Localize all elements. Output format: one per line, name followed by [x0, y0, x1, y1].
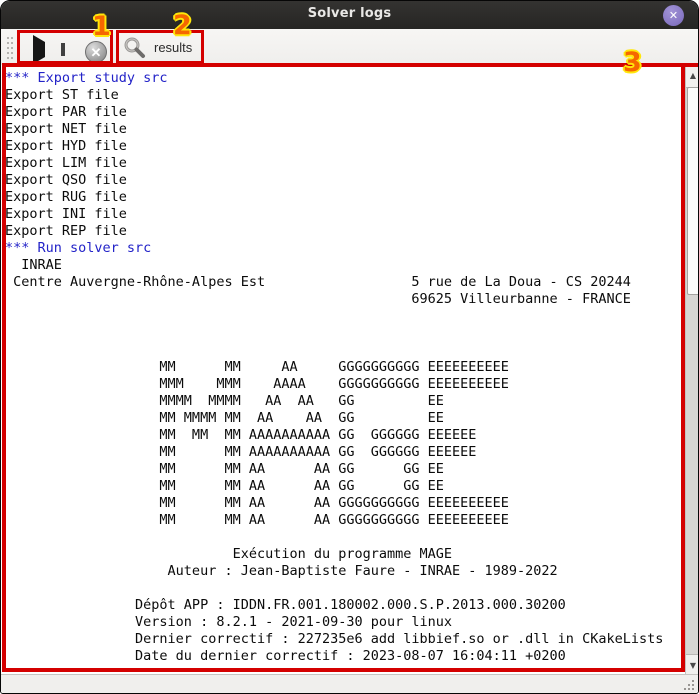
log-line: Export REP file: [5, 223, 663, 240]
close-button[interactable]: ✕: [663, 5, 684, 26]
stop-solver-button[interactable]: ✕: [85, 41, 107, 63]
solver-log-view[interactable]: *** Export study srcExport ST fileExport…: [1, 65, 685, 677]
log-line: Export ST file: [5, 87, 663, 104]
log-line: Dépôt APP : IDDN.FR.001.180002.000.S.P.2…: [5, 597, 663, 614]
log-line: Date du dernier correctif : 2023-08-07 1…: [5, 648, 663, 665]
log-line: Export PAR file: [5, 104, 663, 121]
log-line: Dernier correctif : 227235e6 add libbief…: [5, 631, 663, 648]
log-line: MM MM AAAAAAAAAA GG GGGGGG EEEEEE: [5, 444, 663, 461]
log-line: [5, 580, 663, 597]
log-line: Export RUG file: [5, 189, 663, 206]
content-area: *** Export study srcExport ST fileExport…: [1, 65, 698, 677]
log-line: INRAE: [5, 257, 663, 274]
scroll-down-icon: ▼: [690, 661, 696, 670]
log-line: [5, 342, 663, 359]
log-line: MMM MMM AAAA GGGGGGGGGG EEEEEEEEEE: [5, 376, 663, 393]
log-line: Exécution du programme MAGE: [5, 546, 663, 563]
scroll-up-icon: ▲: [690, 71, 696, 80]
close-icon: ✕: [669, 9, 678, 22]
log-line: Auteur : Jean-Baptiste Faure - INRAE - 1…: [5, 563, 663, 580]
log-line: *** Run solver src: [5, 240, 663, 257]
run-solver-button[interactable]: [23, 39, 43, 59]
solver-logs-window: Solver logs ✕ ✕ results *** Export study…: [0, 0, 699, 694]
log-line: MM MM AA AA GGGGGGGGGG EEEEEEEEEE: [5, 495, 663, 512]
results-button[interactable]: results: [119, 33, 203, 63]
toolbar-drag-handle[interactable]: [7, 37, 9, 39]
statusbar: [1, 674, 698, 693]
log-line: MM MM AA AA GG GG EE: [5, 461, 663, 478]
log-line: MM MMMM MM AA AA GG EE: [5, 410, 663, 427]
log-text: *** Export study srcExport ST fileExport…: [5, 70, 663, 665]
log-line: 69625 Villeurbanne - FRANCE: [5, 291, 663, 308]
log-line: Version : 8.2.1 - 2021-09-30 pour linux: [5, 614, 663, 631]
results-button-label: results: [154, 40, 192, 55]
play-icon: [33, 35, 45, 64]
pause-solver-button[interactable]: [53, 39, 73, 59]
resize-grip[interactable]: [684, 680, 686, 682]
log-line: Export NET file: [5, 121, 663, 138]
log-line: [5, 325, 663, 342]
scroll-up-button[interactable]: ▲: [686, 65, 699, 88]
log-line: [5, 529, 663, 546]
stop-icon: ✕: [91, 45, 102, 60]
log-line: Export INI file: [5, 206, 663, 223]
log-line: MM MM MM AAAAAAAAAA GG GGGGGG EEEEEE: [5, 427, 663, 444]
window-title: Solver logs: [1, 6, 698, 21]
search-icon: [123, 37, 147, 64]
log-line: *** Export study src: [5, 70, 663, 87]
titlebar[interactable]: Solver logs ✕: [1, 1, 698, 29]
log-line: Export QSO file: [5, 172, 663, 189]
log-line: MM MM AA AA GGGGGGGGGG EEEEEEEEEE: [5, 512, 663, 529]
vertical-scrollbar[interactable]: ▲ ▼: [685, 65, 699, 677]
scrollbar-thumb[interactable]: [687, 87, 699, 295]
log-line: MMMM MMMM AA AA GG EE: [5, 393, 663, 410]
log-line: Export LIM file: [5, 155, 663, 172]
log-line: MM MM AA AA GG GG EE: [5, 478, 663, 495]
log-line: [5, 308, 663, 325]
pause-icon: [61, 43, 65, 56]
log-line: Centre Auvergne-Rhône-Alpes Est 5 rue de…: [5, 274, 663, 291]
log-line: Export HYD file: [5, 138, 663, 155]
log-line: MM MM AA GGGGGGGGGG EEEEEEEEEE: [5, 359, 663, 376]
